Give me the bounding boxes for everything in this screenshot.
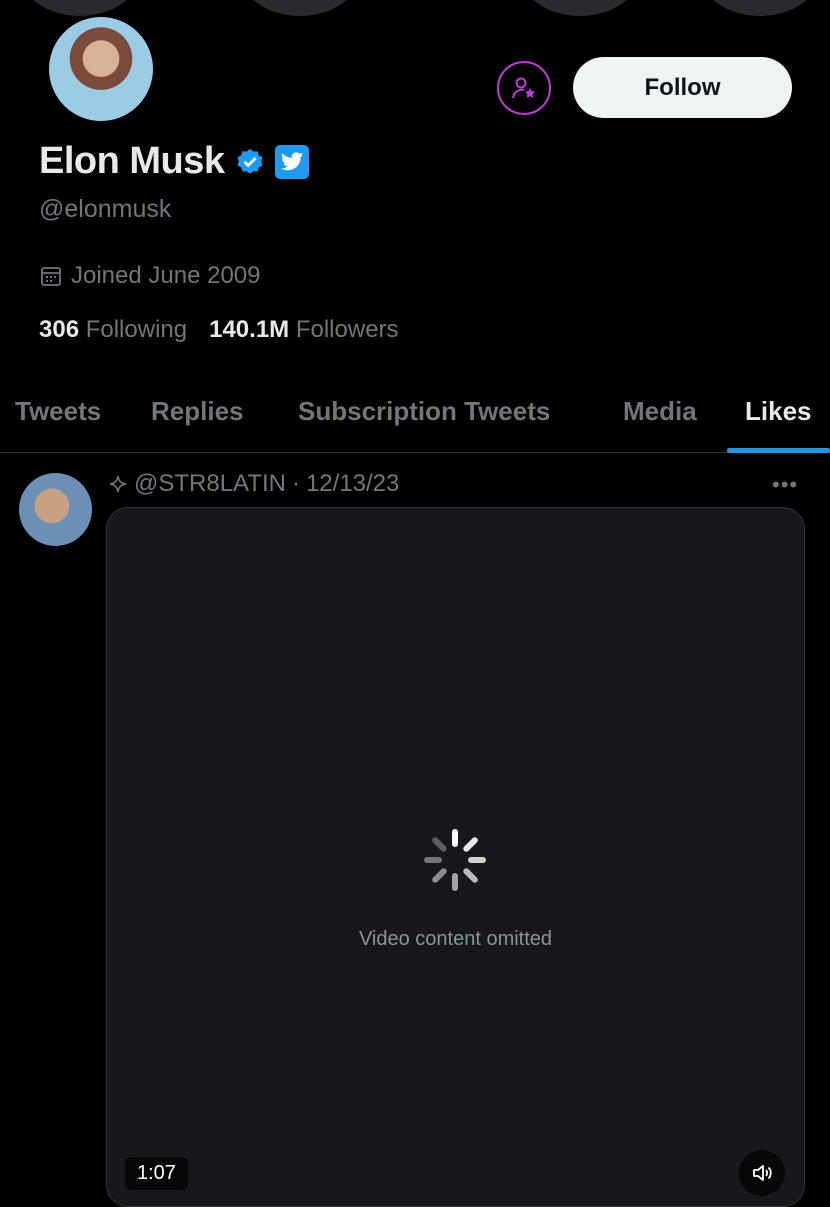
follow-stats: 306 Following 140.1M Followers <box>39 316 399 344</box>
subscribe-button[interactable] <box>497 61 551 115</box>
followers-link[interactable]: 140.1M Followers <box>209 316 398 344</box>
following-link[interactable]: 306 Following <box>39 316 187 344</box>
joined-date: Joined June 2009 <box>39 262 261 290</box>
profile-name: Elon Musk <box>39 140 225 182</box>
tab-replies[interactable]: Replies <box>151 396 244 427</box>
followers-count: 140.1M <box>209 316 290 343</box>
loading-spinner-icon <box>424 829 486 891</box>
followers-label: Followers <box>295 316 399 343</box>
more-icon[interactable]: ••• <box>772 472 798 498</box>
sparkle-icon <box>109 475 127 493</box>
subscribe-icon <box>512 77 536 99</box>
tweet-meta: @STR8LATIN · 12/13/23 <box>108 470 399 498</box>
profile-banner <box>0 0 830 18</box>
profile-tabs: Tweets Replies Subscription Tweets Media… <box>0 380 830 453</box>
video-duration: 1:07 <box>125 1157 188 1190</box>
tweet-separator: · <box>291 470 300 497</box>
follow-button[interactable]: Follow <box>573 57 792 118</box>
calendar-icon <box>41 267 61 286</box>
joined-text: Joined June 2009 <box>71 262 261 289</box>
tweet-author-avatar[interactable] <box>19 473 92 546</box>
volume-icon <box>753 1165 772 1181</box>
twitter-bird-icon <box>274 144 309 179</box>
tab-tweets[interactable]: Tweets <box>15 396 101 427</box>
tab-likes[interactable]: Likes <box>745 396 812 427</box>
volume-button[interactable] <box>739 1150 785 1196</box>
verified-icon <box>237 148 263 174</box>
following-label: Following <box>85 316 188 343</box>
profile-name-row: Elon Musk <box>39 140 309 183</box>
tweet-date[interactable]: 12/13/23 <box>306 470 399 498</box>
media-omitted-note: Video content omitted <box>358 928 553 950</box>
tweet-author-handle[interactable]: @STR8LATIN <box>134 470 286 498</box>
tab-subscription-tweets[interactable]: Subscription Tweets <box>298 396 550 427</box>
profile-avatar[interactable] <box>46 14 156 124</box>
tab-media[interactable]: Media <box>623 396 697 427</box>
active-tab-indicator <box>727 448 830 453</box>
tweet-video[interactable]: Video content omitted 1:07 <box>106 507 805 1207</box>
profile-handle: @elonmusk <box>39 195 172 223</box>
following-count: 306 <box>39 316 80 343</box>
